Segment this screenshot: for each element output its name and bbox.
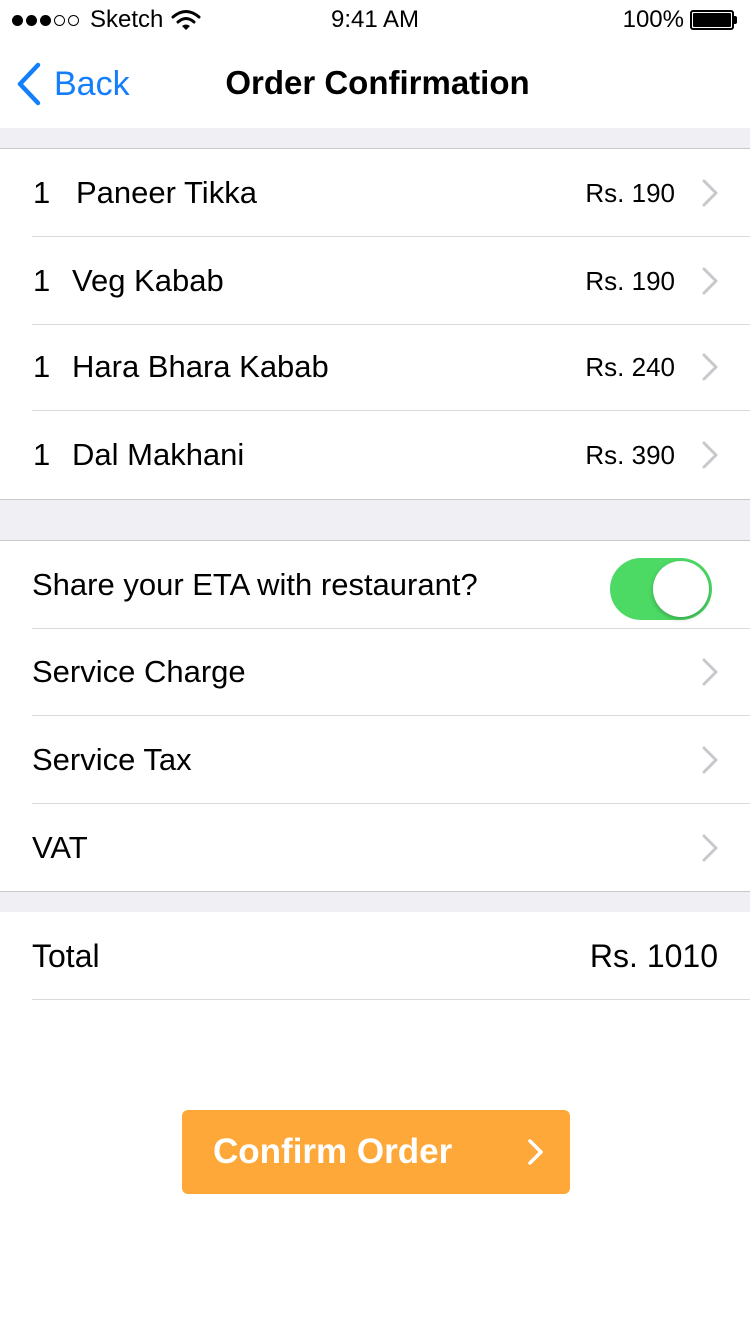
chevron-right-icon [702,179,718,207]
total-row: Total Rs. 1010 [0,912,750,1000]
item-name: Hara Bhara Kabab [72,349,329,384]
chevron-right-icon [702,834,718,862]
chevron-right-icon [702,746,718,774]
service-charge-row[interactable]: Service Charge [0,628,750,716]
item-quantity: 1 [33,263,51,298]
chevron-right-icon [528,1139,543,1165]
chevron-right-icon [702,658,718,686]
item-name: Dal Makhani [72,437,245,472]
item-quantity: 1 [33,437,51,472]
total-value: Rs. 1010 [589,938,718,974]
service-charge-label: Service Charge [32,654,246,689]
section-spacer [0,892,750,912]
chevron-right-icon [702,267,718,295]
vat-label: VAT [32,830,88,865]
service-tax-row[interactable]: Service Tax [0,716,750,804]
share-eta-row: Share your ETA with restaurant? [0,541,750,629]
item-quantity: 1 [33,349,51,384]
item-price: Rs. 390 [585,440,675,470]
chevron-right-icon [702,441,718,469]
order-items-list: 1 Paneer Tikka Rs. 190 1 Veg Kabab Rs. 1… [0,149,750,499]
toggle-knob [653,561,709,617]
navigation-bar: Back Order Confirmation [0,40,750,128]
total-section: Total Rs. 1010 [0,912,750,1000]
order-item-row[interactable]: 1 Dal Makhani Rs. 390 [0,411,750,499]
order-item-row[interactable]: 1 Veg Kabab Rs. 190 [0,237,750,325]
total-label: Total [32,938,100,974]
item-price: Rs. 190 [585,266,675,296]
share-eta-label: Share your ETA with restaurant? [32,567,478,602]
share-eta-toggle[interactable] [610,558,712,620]
service-tax-label: Service Tax [32,742,192,777]
item-name: Paneer Tikka [76,175,257,210]
vat-row[interactable]: VAT [0,804,750,892]
section-spacer [0,128,750,148]
item-price: Rs. 190 [585,178,675,208]
chevron-right-icon [702,353,718,381]
battery-percent: 100% [622,6,684,33]
order-item-row[interactable]: 1 Paneer Tikka Rs. 190 [0,149,750,237]
battery-icon [690,10,738,30]
page-title: Order Confirmation [225,64,530,101]
item-name: Veg Kabab [72,263,224,298]
confirm-order-button[interactable]: Confirm Order [182,1110,570,1194]
status-bar-right: 100% [623,6,738,34]
item-price: Rs. 240 [585,352,675,382]
order-item-row[interactable]: 1 Hara Bhara Kabab Rs. 240 [0,323,750,411]
order-options-list: Share your ETA with restaurant? Service … [0,541,750,891]
section-spacer [0,500,750,540]
confirm-order-label: Confirm Order [213,1132,453,1171]
item-quantity: 1 [33,175,51,210]
status-bar: Sketch 9:41 AM 100% [0,0,750,40]
